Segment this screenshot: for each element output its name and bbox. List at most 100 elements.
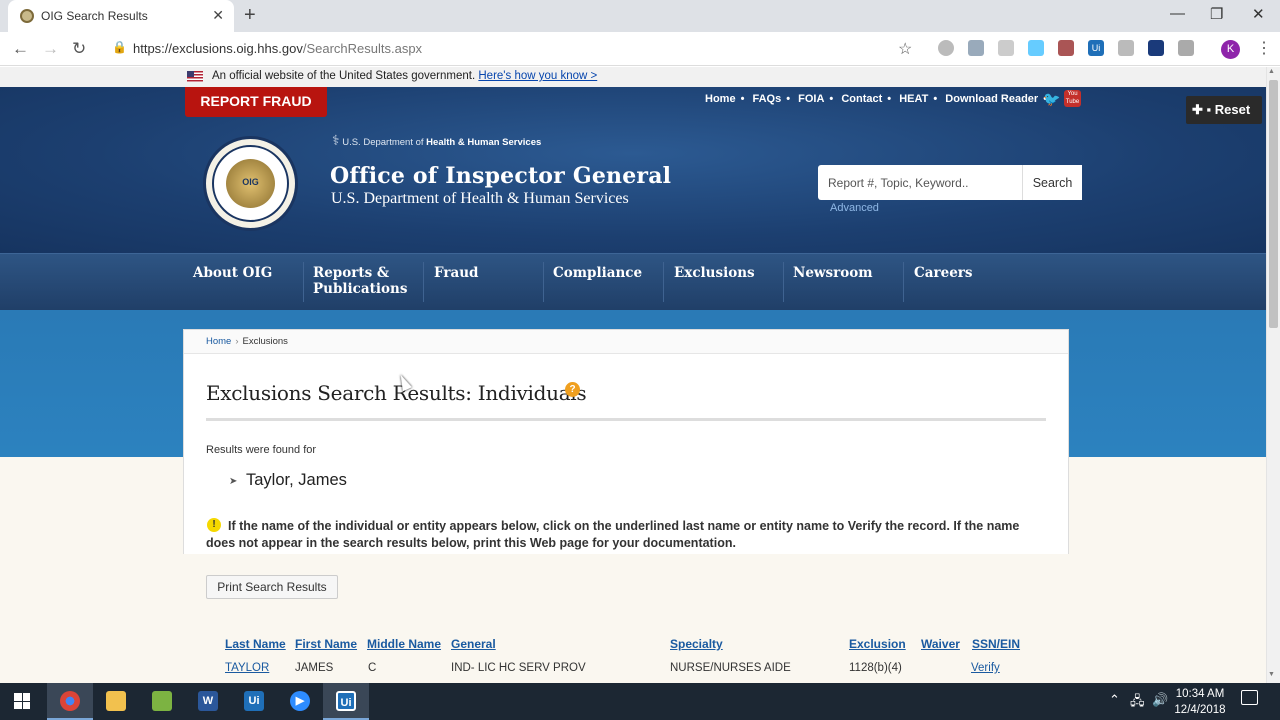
zoom-icon: ▶ bbox=[290, 691, 310, 711]
hhs-logo-icon: ⚕ bbox=[332, 132, 340, 148]
nav-item-about-oig[interactable]: About OIG bbox=[193, 265, 272, 281]
scroll-up-icon[interactable]: ▲ bbox=[1268, 68, 1275, 75]
minimize-window-icon[interactable]: — bbox=[1170, 5, 1185, 22]
url-path: /SearchResults.aspx bbox=[302, 41, 423, 56]
nav-item-fraud[interactable]: Fraud bbox=[434, 265, 478, 281]
taskbar-file-explorer[interactable] bbox=[93, 683, 139, 720]
cell-middle-name: C bbox=[368, 662, 377, 674]
warning-icon: ! bbox=[207, 518, 221, 532]
extension-icon[interactable] bbox=[938, 40, 954, 56]
top-link-download-reader[interactable]: Download Reader bbox=[945, 93, 1038, 105]
title-divider bbox=[206, 418, 1046, 421]
close-window-icon[interactable]: ✕ bbox=[1252, 5, 1265, 23]
site-subtitle: U.S. Department of Health & Human Servic… bbox=[331, 190, 629, 207]
breadcrumb-chevron-icon: › bbox=[235, 336, 239, 347]
volume-icon[interactable]: 🔊 bbox=[1152, 692, 1168, 708]
heres-how-you-know-link[interactable]: Here's how you know > bbox=[478, 70, 597, 82]
column-header-middle-name[interactable]: Middle Name bbox=[367, 637, 441, 651]
maximize-window-icon[interactable]: ❐ bbox=[1210, 5, 1223, 23]
taskbar-clock[interactable]: 10:34 AM 12/4/2018 bbox=[1174, 686, 1226, 718]
taskbar-uipath-studio[interactable]: Ui bbox=[323, 683, 369, 720]
advanced-search-link[interactable]: Advanced bbox=[830, 202, 879, 214]
youtube-icon[interactable]: You Tube bbox=[1064, 90, 1081, 107]
verify-link[interactable]: Verify bbox=[971, 662, 1000, 674]
word-icon: W bbox=[198, 691, 218, 711]
extension-icon[interactable] bbox=[1148, 40, 1164, 56]
back-arrow-icon[interactable]: ← bbox=[12, 39, 29, 59]
top-link-foia[interactable]: FOIA bbox=[798, 93, 824, 105]
search-term: Taylor, James bbox=[246, 471, 347, 489]
oig-seal-logo[interactable]: OIG bbox=[203, 136, 298, 231]
taskbar-notepad[interactable] bbox=[139, 683, 185, 720]
forward-arrow-icon[interactable]: → bbox=[42, 39, 59, 59]
extension-icon[interactable] bbox=[998, 40, 1014, 56]
new-tab-button[interactable]: + bbox=[244, 4, 256, 27]
help-icon[interactable]: ? bbox=[565, 382, 580, 397]
show-hidden-icons-icon[interactable]: ⌃ bbox=[1109, 692, 1120, 708]
breadcrumb-current: Exclusions bbox=[242, 336, 288, 347]
extension-icon[interactable] bbox=[1028, 40, 1044, 56]
twitter-icon[interactable]: 🐦 bbox=[1043, 91, 1060, 108]
column-header-waiver[interactable]: Waiver bbox=[921, 637, 960, 651]
scroll-down-icon[interactable]: ▼ bbox=[1268, 671, 1275, 678]
cell-first-name: JAMES bbox=[295, 662, 334, 674]
us-flag-icon bbox=[187, 71, 203, 82]
top-link-home[interactable]: Home bbox=[705, 93, 736, 105]
reload-icon[interactable]: ↻ bbox=[72, 39, 86, 59]
column-header-general[interactable]: General bbox=[451, 637, 496, 651]
extension-icon[interactable] bbox=[968, 40, 984, 56]
clock-date: 12/4/2018 bbox=[1174, 704, 1226, 716]
address-bar[interactable]: 🔒 https://exclusions.oig.hhs.gov/SearchR… bbox=[104, 38, 922, 60]
results-label: Results were found for bbox=[206, 444, 317, 456]
column-header-ssn-ein[interactable]: SSN/EIN bbox=[972, 637, 1020, 651]
gov-banner-text: An official website of the United States… bbox=[212, 70, 476, 82]
notifications-icon[interactable] bbox=[1241, 690, 1258, 705]
extension-icon[interactable] bbox=[1058, 40, 1074, 56]
bookmark-star-icon[interactable]: ☆ bbox=[898, 39, 912, 59]
extension-icon[interactable] bbox=[1118, 40, 1134, 56]
taskbar-uipath[interactable]: Ui bbox=[231, 683, 277, 720]
taskbar-word[interactable]: W bbox=[185, 683, 231, 720]
taskbar-chrome[interactable] bbox=[47, 683, 93, 720]
print-search-results-button[interactable]: Print Search Results bbox=[206, 575, 338, 599]
gov-banner: An official website of the United States… bbox=[0, 67, 1280, 87]
hhs-department-line: ⚕ U.S. Department of Health & Human Serv… bbox=[332, 132, 542, 148]
nav-item-careers[interactable]: Careers bbox=[914, 265, 973, 281]
breadcrumb-bar bbox=[184, 330, 1068, 354]
browser-menu-icon[interactable]: ⋮ bbox=[1256, 38, 1272, 58]
cell-last-name-link[interactable]: TAYLOR bbox=[225, 662, 269, 674]
taskbar-zoom[interactable]: ▶ bbox=[277, 683, 323, 720]
site-title[interactable]: Office of Inspector General bbox=[330, 163, 671, 189]
close-tab-icon[interactable]: ✕ bbox=[212, 7, 224, 24]
breadcrumb-home[interactable]: Home bbox=[206, 336, 231, 347]
cell-specialty: NURSE/NURSES AIDE bbox=[670, 662, 791, 674]
scrollbar-thumb[interactable] bbox=[1269, 80, 1278, 328]
top-link-faqs[interactable]: FAQs bbox=[752, 93, 781, 105]
top-link-heat[interactable]: HEAT bbox=[899, 93, 928, 105]
uipath-icon: Ui bbox=[244, 691, 264, 711]
uipath-extension-icon[interactable]: Ui bbox=[1088, 40, 1104, 56]
top-link-contact[interactable]: Contact bbox=[841, 93, 882, 105]
search-input[interactable] bbox=[818, 165, 1022, 200]
main-nav bbox=[0, 253, 1266, 310]
column-header-first-name[interactable]: First Name bbox=[295, 637, 357, 651]
column-header-last-name[interactable]: Last Name bbox=[225, 637, 286, 651]
camera-extension-icon[interactable] bbox=[1178, 40, 1194, 56]
nav-item-compliance[interactable]: Compliance bbox=[553, 265, 642, 281]
nav-item-reports-publications[interactable]: Reports & Publications bbox=[313, 265, 407, 297]
nav-item-exclusions[interactable]: Exclusions bbox=[674, 265, 755, 281]
top-links: Home • FAQs • FOIA • Contact • HEAT • Downloa… bbox=[705, 93, 1048, 105]
report-fraud-button[interactable]: REPORT FRAUD bbox=[185, 87, 327, 117]
cell-general: IND- LIC HC SERV PROV bbox=[451, 662, 586, 674]
windows-start-icon[interactable] bbox=[14, 693, 30, 709]
nav-item-newsroom[interactable]: Newsroom bbox=[793, 265, 873, 281]
column-header-exclusion[interactable]: Exclusion bbox=[849, 637, 906, 651]
uipath-studio-icon: Ui bbox=[336, 691, 356, 711]
network-icon[interactable]: 🖧 bbox=[1130, 692, 1145, 714]
column-header-specialty[interactable]: Specialty bbox=[670, 637, 723, 651]
search-button[interactable]: Search bbox=[1022, 165, 1082, 200]
clock-time: 10:34 AM bbox=[1175, 688, 1225, 700]
reset-button[interactable]: ✚ ▪ Reset bbox=[1186, 96, 1262, 124]
profile-avatar[interactable]: K bbox=[1221, 40, 1240, 59]
browser-tab[interactable]: OIG Search Results ✕ bbox=[8, 0, 234, 32]
